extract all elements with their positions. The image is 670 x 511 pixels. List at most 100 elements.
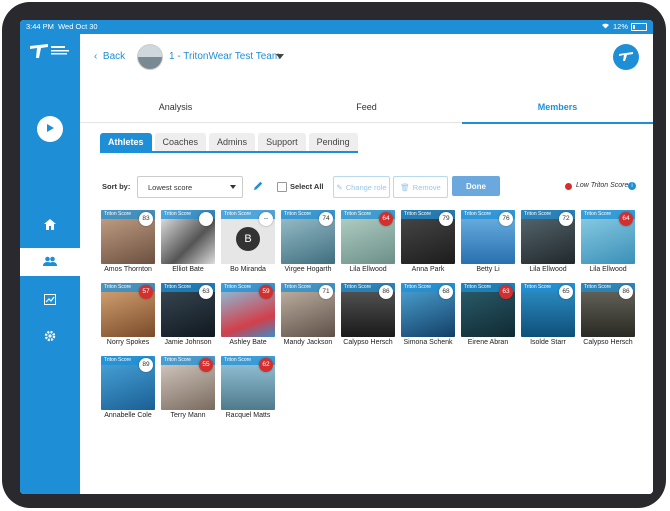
athlete-name: Virgee Hogarth: [284, 266, 332, 273]
athlete-photo: Triton Score 63: [461, 283, 515, 337]
gear-icon: [44, 329, 56, 347]
athlete-photo: Triton Score 76: [461, 210, 515, 264]
athlete-name: Lila Ellwood: [529, 266, 567, 273]
done-button[interactable]: Done: [452, 176, 500, 196]
athlete-card[interactable]: Triton Score 63 Eirene Abran: [461, 283, 515, 351]
tab-members[interactable]: Members: [462, 94, 653, 124]
athlete-card[interactable]: B Triton Score -- Bo Miranda: [221, 210, 275, 278]
status-date: Wed Oct 30: [58, 22, 98, 31]
athlete-name: Eirene Abran: [467, 339, 509, 346]
nav-settings[interactable]: [20, 324, 80, 352]
athlete-card[interactable]: Triton Score 55 Terry Mann: [161, 356, 215, 424]
members-toolbar: Sort by: Lowest score Select All ✎ Change…: [80, 176, 653, 198]
status-time: 3:44 PM: [26, 22, 54, 31]
triton-score-badge: 64: [619, 212, 633, 226]
triton-score-badge: 86: [379, 285, 393, 299]
triton-score-badge: 68: [439, 285, 453, 299]
athlete-photo: Triton Score: [161, 210, 215, 264]
status-indicators: 12%: [601, 22, 647, 31]
subtab-admins[interactable]: Admins: [209, 133, 256, 151]
chevron-down-icon[interactable]: [276, 54, 284, 59]
low-score-dot: [565, 183, 572, 190]
nav-analytics[interactable]: [20, 287, 80, 315]
athlete-card[interactable]: Triton Score 86 Calypso Hersch: [581, 283, 635, 351]
athlete-card[interactable]: Triton Score 68 Simona Schenk: [401, 283, 455, 351]
triton-score-badge: 89: [139, 358, 153, 372]
people-icon: [43, 253, 57, 271]
athlete-card[interactable]: Triton Score 65 Isolde Starr: [521, 283, 575, 351]
athlete-card[interactable]: Triton Score 86 Calypso Hersch: [341, 283, 395, 351]
athlete-photo: Triton Score 59: [221, 283, 275, 337]
athlete-card[interactable]: Triton Score 63 Jamie Johnson: [161, 283, 215, 351]
pencil-icon[interactable]: [252, 180, 264, 192]
athlete-card[interactable]: Triton Score 59 Ashley Bate: [221, 283, 275, 351]
play-button[interactable]: [37, 116, 63, 142]
low-score-legend: Low Triton Score: [576, 182, 629, 189]
subtab-coaches[interactable]: Coaches: [154, 133, 207, 151]
athlete-photo: B Triton Score --: [221, 210, 275, 264]
triton-score-badge: 74: [319, 212, 333, 226]
tab-analysis[interactable]: Analysis: [80, 94, 271, 122]
athlete-photo: Triton Score 89: [101, 356, 155, 410]
chevron-down-icon: [230, 185, 236, 189]
athlete-name: Betty Li: [476, 266, 500, 273]
athlete-card[interactable]: Triton Score 74 Virgee Hogarth: [281, 210, 335, 278]
athlete-name: Lila Ellwood: [589, 266, 627, 273]
athlete-name: Terry Mann: [170, 412, 206, 419]
athlete-card[interactable]: Triton Score 72 Lila Ellwood: [521, 210, 575, 278]
remove-button[interactable]: 🗑 Remove: [393, 176, 448, 198]
tab-feed[interactable]: Feed: [271, 94, 462, 122]
athlete-card[interactable]: Triton Score 83 Amos Thornton: [101, 210, 155, 278]
athlete-name: Norry Spokes: [106, 339, 150, 346]
athlete-card[interactable]: Triton Score 64 Lila Ellwood: [581, 210, 635, 278]
athlete-card[interactable]: Triton Score 62 Racquel Matts: [221, 356, 275, 424]
athlete-card[interactable]: Triton Score 89 Annabelle Cole: [101, 356, 155, 424]
athlete-photo: Triton Score 55: [161, 356, 215, 410]
triton-score-badge: 63: [199, 285, 213, 299]
sort-select[interactable]: Lowest score: [137, 176, 243, 198]
athlete-card[interactable]: Triton Score 71 Mandy Jackson: [281, 283, 335, 351]
team-name[interactable]: 1 - TritonWear Test Team: [169, 51, 280, 62]
account-logo-button[interactable]: [613, 44, 639, 70]
triton-score-badge: 86: [619, 285, 633, 299]
screen: 3:44 PM Wed Oct 30 12% ‹ Back 1 - Triton…: [20, 20, 653, 494]
athlete-card[interactable]: Triton Score 64 Lila Ellwood: [341, 210, 395, 278]
athlete-name: Simona Schenk: [403, 339, 453, 346]
remove-label: Remove: [412, 182, 441, 192]
athlete-name: Lila Ellwood: [349, 266, 387, 273]
subtab-pending[interactable]: Pending: [308, 133, 358, 151]
athlete-card[interactable]: Triton Score 76 Betty Li: [461, 210, 515, 278]
battery-percent: 12%: [612, 22, 628, 31]
athlete-name: Bo Miranda: [230, 266, 266, 273]
triton-score-badge: 83: [139, 212, 153, 226]
athlete-card[interactable]: Triton Score 57 Norry Spokes: [101, 283, 155, 351]
triton-score-badge: 63: [499, 285, 513, 299]
subtab-support[interactable]: Support: [258, 133, 306, 151]
member-type-tabs: Athletes Coaches Admins Support Pending: [100, 133, 358, 151]
play-icon: [45, 120, 55, 138]
athlete-card[interactable]: Triton Score Elliot Bate: [161, 210, 215, 278]
nav-members[interactable]: [20, 248, 80, 276]
subtab-athletes[interactable]: Athletes: [100, 133, 152, 151]
triton-score-badge: 72: [559, 212, 573, 226]
change-role-button[interactable]: ✎ Change role: [333, 176, 390, 198]
main-tabs: Analysis Feed Members: [80, 94, 653, 124]
athlete-photo: Triton Score 62: [221, 356, 275, 410]
info-icon[interactable]: i: [628, 182, 636, 190]
athlete-name: Isolde Starr: [530, 339, 566, 346]
team-avatar: [137, 44, 163, 70]
triton-score-badge: 79: [439, 212, 453, 226]
pencil-icon: ✎: [336, 182, 343, 192]
back-button[interactable]: ‹ Back: [94, 51, 125, 62]
athlete-card[interactable]: Triton Score 79 Anna Park: [401, 210, 455, 278]
triton-score-badge: --: [259, 212, 273, 226]
wifi-icon: [601, 22, 610, 31]
sidebar: [20, 34, 80, 494]
athlete-name: Mandy Jackson: [283, 339, 333, 346]
nav-home[interactable]: [20, 212, 80, 240]
athlete-photo: Triton Score 64: [581, 210, 635, 264]
athlete-name: Calypso Hersch: [583, 339, 633, 346]
triton-score-badge: 59: [259, 285, 273, 299]
select-all-checkbox[interactable]: [277, 182, 287, 192]
triton-score-badge: [199, 212, 213, 226]
